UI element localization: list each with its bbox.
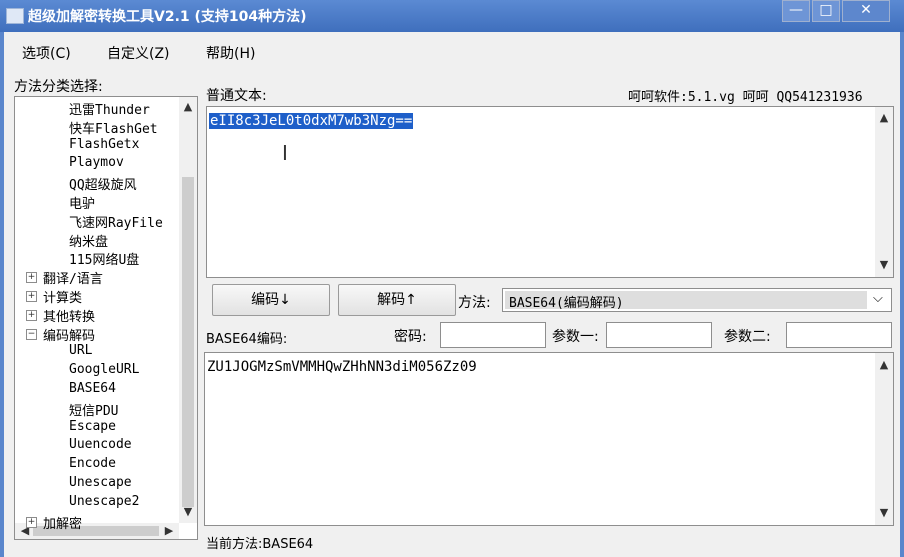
tree-method-item[interactable]: 纳米盘 [69,231,108,250]
close-button[interactable]: ✕ [842,0,890,22]
tree-method-item[interactable]: FlashGetx [69,137,139,152]
tree-method-item[interactable]: Encode [69,456,116,471]
tree-method-item[interactable]: URL [69,343,92,358]
scroll-up-icon[interactable]: ▲ [876,357,892,373]
method-select-value: BASE64(编码解码) [509,296,624,311]
tree-method-item[interactable]: 短信PDU [69,400,118,419]
minimize-button[interactable]: — [782,0,810,22]
encoded-text-value: ZU1JOGMzSmVMMHQwZHhNN3diM056Zz09 [207,359,477,375]
tree-category-item[interactable]: 编码解码 [43,325,95,344]
menu-help[interactable]: 帮助(H) [206,43,255,63]
selected-text: eII8c3JeL0t0dxM7wb3Nzg== [209,113,414,129]
tree-method-item[interactable]: Unescape2 [69,494,139,509]
tree-category-item[interactable]: 翻译/语言 [43,268,103,287]
tree-method-item[interactable]: Unescape [69,475,132,490]
plain-text-label: 普通文本: [206,88,267,104]
param2-label: 参数二: [724,329,771,345]
maximize-button[interactable]: □ [812,0,840,22]
param2-input[interactable] [786,322,892,348]
window-title: 超级加解密转换工具V2.1 (支持104种方法) [28,9,307,25]
tree-method-item[interactable]: 115网络U盘 [69,249,139,268]
expand-icon[interactable]: + [26,291,37,302]
scroll-down-icon[interactable]: ▼ [180,504,196,520]
plain-text-input[interactable]: eII8c3JeL0t0dxM7wb3Nzg== I ▲ ▼ [206,106,894,278]
tree-method-item[interactable]: 飞速网RayFile [69,212,163,231]
method-select[interactable]: BASE64(编码解码) ⌵ [502,288,892,312]
status-text: 当前方法:BASE64 [206,537,314,552]
scroll-thumb[interactable] [182,177,194,507]
menu-bar: 选项(C) 自定义(Z) 帮助(H) [4,38,894,64]
scroll-up-icon[interactable]: ▲ [180,99,196,115]
param1-label: 参数一: [552,329,599,345]
encoded-label: BASE64编码: [206,332,288,347]
expand-icon[interactable]: + [26,272,37,284]
tree-method-item[interactable]: QQ超级旋风 [69,174,137,193]
scroll-up-icon[interactable]: ▲ [876,110,892,126]
tree-label: 方法分类选择: [14,79,103,95]
tree-horizontal-scrollbar[interactable]: ◀ ▶ [15,523,179,539]
encoded-text-input[interactable]: ZU1JOGMzSmVMMHQwZHhNN3diM056Zz09 ▲ ▼ [204,352,894,526]
encoded-scrollbar[interactable]: ▲ ▼ [875,353,893,525]
chevron-down-icon[interactable]: ⌵ [873,291,883,306]
title-bar: 超级加解密转换工具V2.1 (支持104种方法) — □ ✕ [0,0,904,32]
tree-method-item[interactable]: GoogleURL [69,362,139,377]
param1-input[interactable] [606,322,712,348]
tree-method-item[interactable]: Uuencode [69,437,132,452]
decode-button[interactable]: 解码↑ [338,284,456,316]
password-input[interactable] [440,322,546,348]
scroll-down-icon[interactable]: ▼ [876,257,892,273]
tree-method-item[interactable]: Escape [69,419,116,434]
expand-icon[interactable]: + [26,309,37,321]
menu-options[interactable]: 选项(C) [22,43,71,63]
text-cursor-icon: I [282,141,288,165]
method-tree[interactable]: ▲ ▼ ◀ ▶ 迅雷Thunder 快车FlashGet FlashGetx Play… [14,96,198,540]
collapse-icon[interactable]: − [26,328,37,340]
tree-method-item[interactable]: Playmov [69,155,124,170]
tree-method-item[interactable]: BASE64 [69,381,116,396]
tree-category-item[interactable]: 计算类 [43,287,82,306]
method-label: 方法: [458,295,491,311]
tree-method-item[interactable]: 快车FlashGet [69,118,158,137]
tree-method-item[interactable]: 迅雷Thunder [69,99,150,118]
expand-icon[interactable]: + [26,516,37,528]
password-label: 密码: [394,329,427,345]
scroll-right-icon[interactable]: ▶ [161,523,177,539]
scroll-down-icon[interactable]: ▼ [876,505,892,521]
app-icon [6,8,24,24]
encode-button[interactable]: 编码↓ [212,284,330,316]
tree-category-item[interactable]: 其他转换 [43,306,95,325]
plain-scrollbar[interactable]: ▲ ▼ [875,107,893,277]
menu-customize[interactable]: 自定义(Z) [107,43,170,63]
tree-category-item[interactable]: 加解密 [43,513,82,532]
tree-vertical-scrollbar[interactable]: ▲ ▼ [179,97,197,523]
tree-method-item[interactable]: 电驴 [69,193,95,212]
credit-text: 呵呵软件:5.1.vg 呵呵 QQ541231936 [628,90,863,105]
